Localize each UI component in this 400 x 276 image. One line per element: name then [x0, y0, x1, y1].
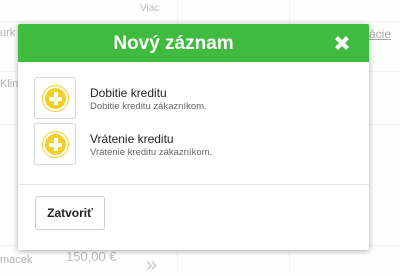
option-top-up-credit[interactable]: Dobitie kreditu Dobitie kreditu zákazník…	[34, 77, 354, 119]
option-title: Dobitie kreditu	[90, 86, 167, 100]
close-icon[interactable]	[332, 33, 352, 53]
modal-title: Nový záznam	[113, 33, 234, 54]
new-record-modal: Nový záznam Dobitie kreditu Dobitie kred…	[18, 24, 369, 250]
modal-header: Nový záznam	[18, 24, 369, 62]
option-description: Dobitie kreditu zákazníkom.	[90, 101, 207, 112]
option-refund-credit[interactable]: Vrátenie kreditu Vrátenie kreditu zákazn…	[34, 123, 354, 165]
option-title: Vrátenie kreditu	[90, 132, 174, 146]
plus-circle-icon[interactable]	[34, 77, 76, 119]
option-description: Vrátenie kreditu zákazníkom.	[90, 147, 213, 158]
close-button[interactable]: Zatvoriť	[35, 196, 105, 230]
plus-circle-icon[interactable]	[34, 123, 76, 165]
modal-footer-divider	[18, 184, 369, 185]
